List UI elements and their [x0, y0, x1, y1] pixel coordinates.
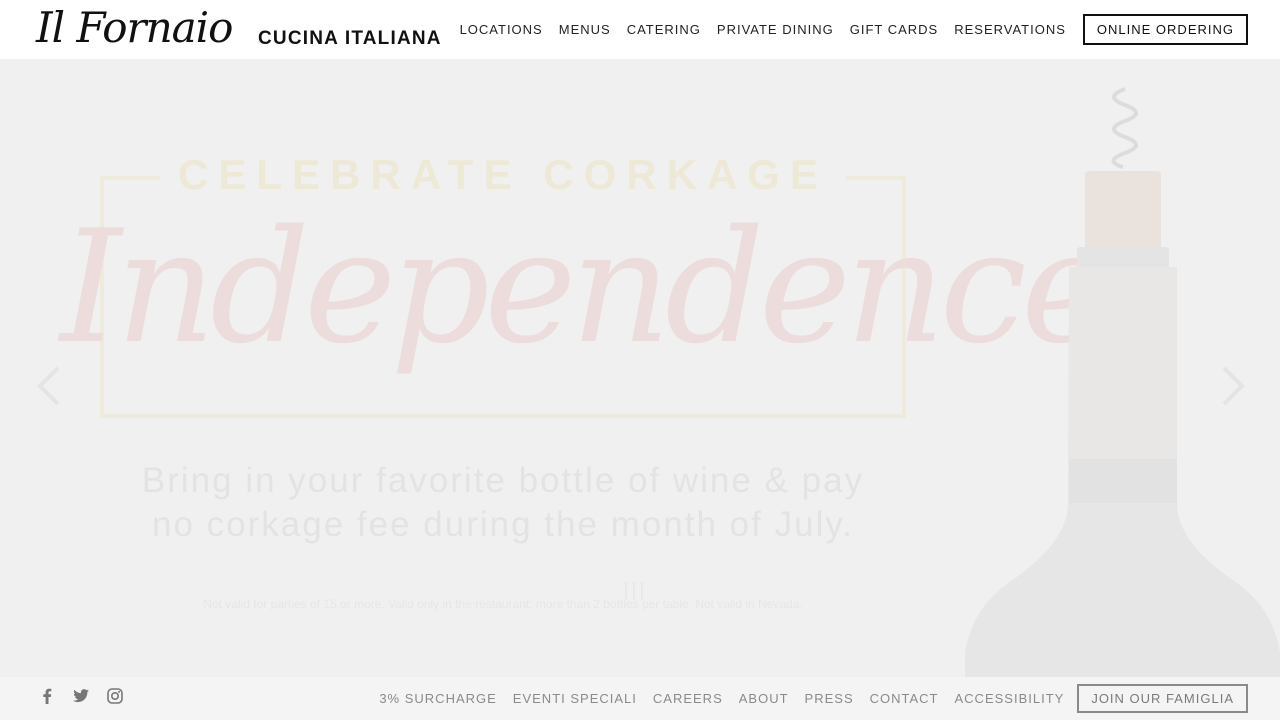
chevron-right-icon[interactable]: [1218, 364, 1248, 408]
cork: [1085, 171, 1161, 251]
bottle-capsule: [1069, 267, 1177, 461]
nav-private-dining[interactable]: PRIVATE DINING: [717, 22, 834, 37]
bottle-collar: [1077, 247, 1169, 269]
chevron-left-icon[interactable]: [34, 364, 64, 408]
footer-link-accessibility[interactable]: ACCESSIBILITY: [955, 691, 1065, 706]
footer-link-surcharge[interactable]: 3% SURCHARGE: [379, 691, 496, 706]
online-ordering-button[interactable]: ONLINE ORDERING: [1082, 14, 1248, 45]
nav-reservations[interactable]: RESERVATIONS: [954, 22, 1066, 37]
facebook-icon[interactable]: [38, 687, 56, 705]
site-header: Il Fornaio CUCINA ITALIANA LOCATIONS MEN…: [0, 0, 1280, 59]
footer-link-press[interactable]: PRESS: [805, 691, 854, 706]
nav-gift-cards[interactable]: GIFT CARDS: [850, 22, 939, 37]
site-footer: 3% SURCHARGE EVENTI SPECIALI CAREERS ABO…: [0, 677, 1280, 720]
hero-body-line-2: no corkage fee during the month of July.: [152, 505, 854, 544]
bottle-neck: [1069, 459, 1177, 503]
logo-subtitle: CUCINA ITALIANA: [258, 28, 442, 49]
twitter-icon[interactable]: [72, 687, 90, 705]
join-famiglia-button[interactable]: JOIN OUR FAMIGLIA: [1077, 684, 1248, 713]
hero-body-line-1: Bring in your favorite bottle of wine & …: [141, 461, 865, 500]
hero-body: Bring in your favorite bottle of wine & …: [100, 459, 906, 547]
frame-bottom: [100, 414, 906, 418]
social-links: [38, 687, 140, 705]
footer-link-eventi-speciali[interactable]: EVENTI SPECIALI: [513, 691, 637, 706]
footer-link-about[interactable]: ABOUT: [739, 691, 789, 706]
nav-menus[interactable]: MENUS: [559, 22, 611, 37]
hero-script-title: Independence!: [60, 196, 1170, 378]
footer-link-contact[interactable]: CONTACT: [870, 691, 939, 706]
footer-nav: 3% SURCHARGE EVENTI SPECIALI CAREERS ABO…: [363, 677, 1248, 720]
footer-link-careers[interactable]: CAREERS: [653, 691, 723, 706]
instagram-icon[interactable]: [106, 687, 124, 705]
nav-locations[interactable]: LOCATIONS: [460, 22, 543, 37]
nav-catering[interactable]: CATERING: [627, 22, 701, 37]
main-nav: LOCATIONS MENUS CATERING PRIVATE DINING …: [444, 0, 1248, 59]
hero-fine-print: Not valid for parties of 15 or more. Val…: [203, 597, 803, 611]
corkscrew-icon: [1111, 87, 1138, 169]
logo-script-text: Il Fornaio: [36, 3, 233, 52]
hero-slide: CELEBRATE CORKAGE Independence! Bring in…: [0, 59, 1280, 677]
